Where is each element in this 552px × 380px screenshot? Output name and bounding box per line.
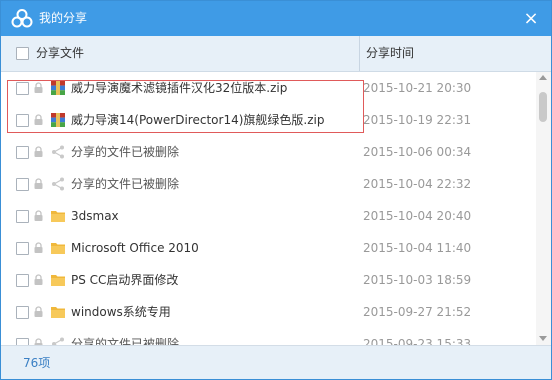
item-count: 76项 bbox=[23, 356, 51, 370]
share-time: 2015-10-03 18:59 bbox=[363, 273, 472, 287]
file-name[interactable]: 分享的文件已被删除 bbox=[71, 136, 179, 168]
folder-icon bbox=[51, 307, 65, 318]
share-window: 我的分享 × 分享文件 分享时间 威力导演魔术滤镜插件汉化32位版本.zip 2… bbox=[0, 0, 552, 380]
list-item[interactable]: 3dsmax 2015-10-04 20:40 bbox=[1, 200, 536, 232]
share-time: 2015-10-21 20:30 bbox=[363, 81, 472, 95]
folder-icon bbox=[51, 243, 65, 254]
status-bar: 76项 bbox=[1, 345, 551, 379]
list-item[interactable]: windows系统专用 2015-09-27 21:52 bbox=[1, 296, 536, 328]
row-checkbox[interactable] bbox=[16, 242, 29, 255]
share-icon bbox=[52, 177, 64, 191]
scroll-thumb[interactable] bbox=[539, 92, 547, 122]
column-label-name: 分享文件 bbox=[36, 46, 85, 60]
row-checkbox[interactable] bbox=[16, 178, 29, 191]
lock-icon bbox=[34, 114, 43, 125]
file-name[interactable]: 威力导演14(PowerDirector14)旗舰绿色版.zip bbox=[71, 104, 324, 136]
list-header: 分享文件 分享时间 bbox=[1, 36, 551, 72]
scroll-down-arrow-icon[interactable] bbox=[539, 336, 547, 341]
close-button[interactable]: × bbox=[521, 1, 541, 36]
file-name[interactable]: windows系统专用 bbox=[71, 296, 171, 328]
share-time: 2015-10-04 22:32 bbox=[363, 177, 472, 191]
list-item[interactable]: 分享的文件已被删除 2015-09-23 15:33 bbox=[1, 328, 536, 345]
lock-icon bbox=[34, 274, 43, 285]
file-name[interactable]: 分享的文件已被删除 bbox=[71, 168, 179, 200]
window-title: 我的分享 bbox=[39, 11, 88, 25]
file-name[interactable]: PS CC启动界面修改 bbox=[71, 264, 178, 296]
list-item[interactable]: 分享的文件已被删除 2015-10-04 22:32 bbox=[1, 168, 536, 200]
folder-icon bbox=[51, 211, 65, 222]
share-list: 威力导演魔术滤镜插件汉化32位版本.zip 2015-10-21 20:30 威… bbox=[1, 72, 536, 345]
share-time: 2015-10-19 22:31 bbox=[363, 113, 472, 127]
share-time: 2015-09-27 21:52 bbox=[363, 305, 472, 319]
file-name[interactable]: 3dsmax bbox=[71, 200, 119, 232]
share-time: 2015-10-04 20:40 bbox=[363, 209, 472, 223]
row-checkbox[interactable] bbox=[16, 274, 29, 287]
scroll-up-arrow-icon[interactable] bbox=[539, 75, 547, 80]
lock-icon bbox=[34, 178, 43, 189]
lock-icon bbox=[34, 338, 43, 345]
winrar-archive-icon bbox=[51, 81, 65, 95]
share-logo-icon bbox=[11, 9, 33, 28]
winrar-archive-icon bbox=[51, 113, 65, 127]
list-item[interactable]: 威力导演魔术滤镜插件汉化32位版本.zip 2015-10-21 20:30 bbox=[1, 72, 536, 104]
folder-icon bbox=[51, 275, 65, 286]
column-header-time[interactable]: 分享时间 bbox=[366, 36, 414, 71]
row-checkbox[interactable] bbox=[16, 146, 29, 159]
share-icon bbox=[52, 145, 64, 159]
list-item[interactable]: 分享的文件已被删除 2015-10-06 00:34 bbox=[1, 136, 536, 168]
lock-icon bbox=[34, 242, 43, 253]
file-name[interactable]: 威力导演魔术滤镜插件汉化32位版本.zip bbox=[71, 72, 287, 104]
vertical-scrollbar[interactable] bbox=[536, 72, 551, 345]
list-item[interactable]: 威力导演14(PowerDirector14)旗舰绿色版.zip 2015-10… bbox=[1, 104, 536, 136]
select-all-checkbox[interactable] bbox=[16, 47, 29, 60]
row-checkbox[interactable] bbox=[16, 82, 29, 95]
lock-icon bbox=[34, 306, 43, 317]
row-checkbox[interactable] bbox=[16, 338, 29, 345]
lock-icon bbox=[34, 82, 43, 93]
row-checkbox[interactable] bbox=[16, 210, 29, 223]
share-time: 2015-09-23 15:33 bbox=[363, 337, 472, 345]
file-name[interactable]: Microsoft Office 2010 bbox=[71, 232, 199, 264]
share-time: 2015-10-06 00:34 bbox=[363, 145, 472, 159]
row-checkbox[interactable] bbox=[16, 114, 29, 127]
share-time: 2015-10-04 11:40 bbox=[363, 241, 472, 255]
column-header-name[interactable]: 分享文件 bbox=[1, 36, 360, 71]
lock-icon bbox=[34, 210, 43, 221]
list-item[interactable]: Microsoft Office 2010 2015-10-04 11:40 bbox=[1, 232, 536, 264]
lock-icon bbox=[34, 146, 43, 157]
share-icon bbox=[52, 337, 64, 345]
title-bar[interactable]: 我的分享 × bbox=[1, 1, 551, 36]
file-name[interactable]: 分享的文件已被删除 bbox=[71, 328, 179, 345]
row-checkbox[interactable] bbox=[16, 306, 29, 319]
list-item[interactable]: PS CC启动界面修改 2015-10-03 18:59 bbox=[1, 264, 536, 296]
